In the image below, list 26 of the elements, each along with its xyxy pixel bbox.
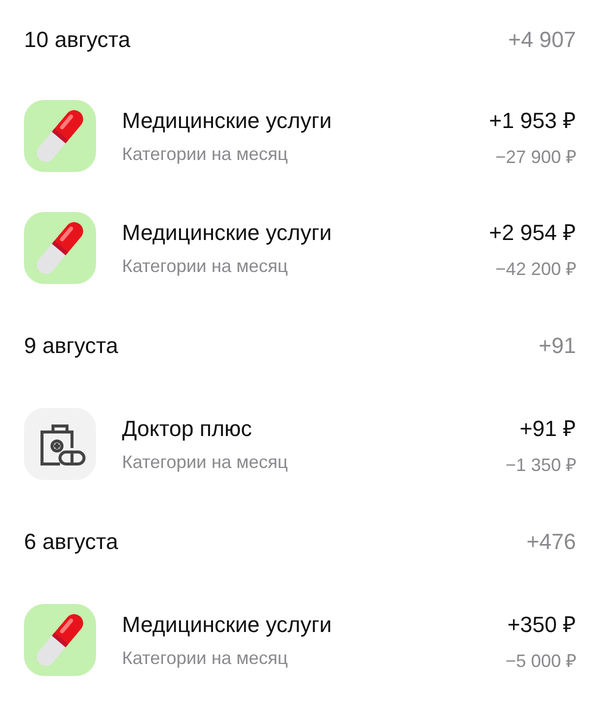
day-total: +91: [538, 333, 576, 359]
pill-icon: [24, 212, 96, 284]
category-budget: −27 900 ₽: [495, 146, 576, 168]
transaction-title: Доктор плюс: [122, 416, 253, 442]
pill-icon: [24, 604, 96, 676]
medical-kit-icon: [24, 408, 96, 480]
day-total: +476: [526, 529, 576, 555]
transaction-category: Категории на месяц: [122, 144, 289, 164]
transaction-amount: +1 953 ₽: [488, 107, 576, 134]
transaction-title: Медицинские услуги: [122, 220, 333, 246]
transaction-category: Категории на месяц: [122, 256, 289, 276]
category-budget: −5 000 ₽: [505, 650, 576, 672]
transaction-amount: +91 ₽: [520, 415, 576, 442]
transaction-category: Категории на месяц: [122, 648, 289, 668]
category-budget: −42 200 ₽: [495, 258, 576, 280]
pill-icon: [24, 100, 96, 172]
transaction-title: Медицинские услуги: [122, 108, 333, 134]
date-heading: 6 августа: [24, 529, 118, 555]
transaction-title: Медицинские услуги: [122, 612, 333, 638]
transaction-amount: +2 954 ₽: [488, 219, 576, 246]
category-budget: −1 350 ₽: [505, 454, 576, 476]
date-heading: 9 августа: [24, 333, 118, 359]
day-total: +4 907: [508, 27, 576, 53]
transaction-category: Категории на месяц: [122, 452, 289, 472]
date-heading: 10 августа: [24, 27, 130, 53]
transaction-amount: +350 ₽: [507, 611, 576, 638]
